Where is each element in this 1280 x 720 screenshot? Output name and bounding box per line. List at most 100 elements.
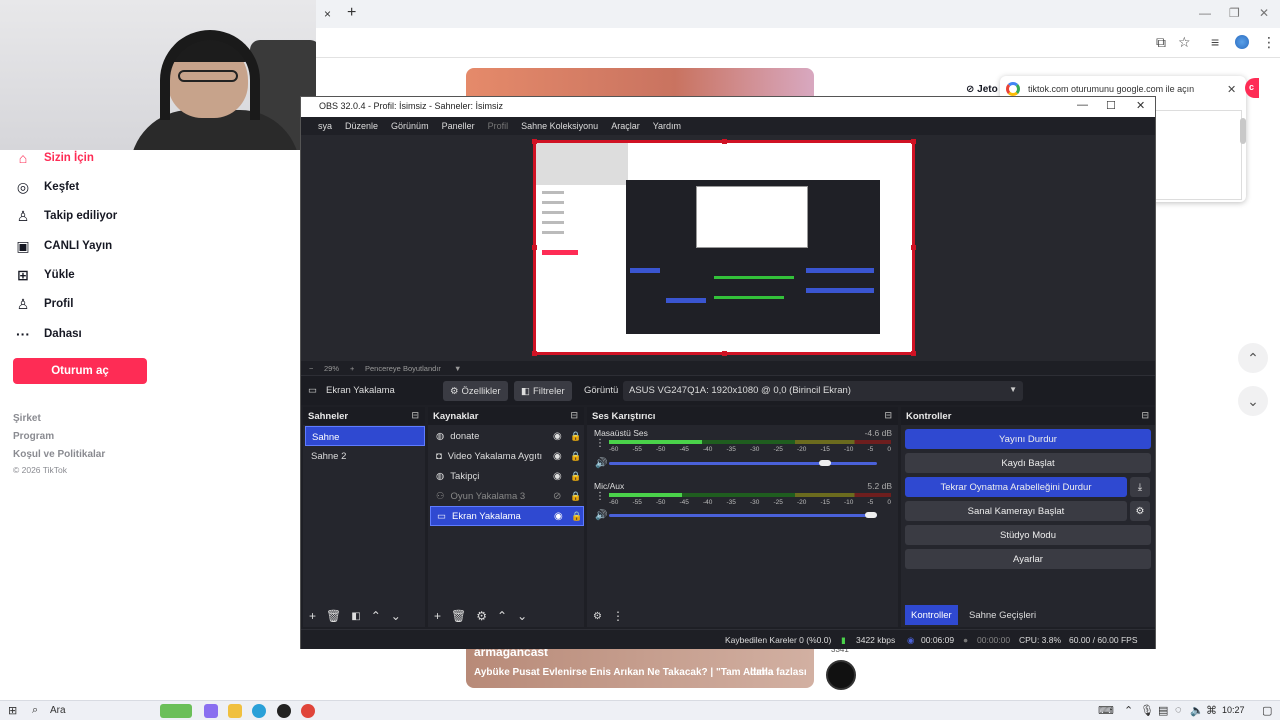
eye-icon[interactable]: ◉ [553,431,562,442]
new-tab-button[interactable]: + [347,4,356,22]
volume-slider[interactable] [609,514,877,517]
tiktok-badge[interactable]: c [1245,78,1259,98]
tab-scene-transitions[interactable]: Sahne Geçişleri [963,605,1042,625]
microphone-icon[interactable]: 🎙 [1140,704,1154,717]
speaker-icon[interactable]: 🔊 [595,510,607,521]
scroll-down-button[interactable]: ⌄ [1238,386,1268,416]
tab-close-button[interactable]: × [324,7,331,21]
start-virtual-camera-button[interactable]: Sanal Kamerayı Başlat [905,501,1127,521]
obs-close-button[interactable]: ✕ [1136,99,1145,112]
chevron-down-icon[interactable]: ▼ [454,364,461,373]
studio-mode-button[interactable]: Stüdyo Modu [905,525,1151,545]
filter-icon[interactable]: ◧ [351,611,360,622]
volume-slider-knob[interactable] [865,512,877,518]
obs-maximize-button[interactable]: ☐ [1106,99,1116,112]
source-item[interactable]: ◍ Takipçi ◉ 🔒 [430,466,584,486]
resize-handle[interactable] [722,139,727,144]
kebab-menu-icon[interactable]: ⋮ [1262,34,1276,51]
dock-menu-icon[interactable]: ⊟ [570,410,578,421]
menu-file[interactable]: sya [301,117,336,135]
save-replay-button[interactable]: ⤓ [1130,477,1150,497]
kebab-menu-icon[interactable]: ⋮ [612,609,624,623]
kebab-menu-icon[interactable]: ⋮ [595,491,605,502]
sidebar-item-live[interactable]: ▣ CANLI Yayın [14,235,214,257]
obs-minimize-button[interactable]: — [1077,99,1088,111]
eye-icon[interactable]: ◉ [553,451,562,462]
display-select[interactable]: ASUS VG247Q1A: 1920x1080 @ 0,0 (Birincil… [623,381,1023,401]
menu-scene-collection[interactable]: Sahne Koleksiyonu [512,117,602,135]
tab-search-icon[interactable]: ≡ [1211,34,1219,50]
dock-menu-icon[interactable]: ⊟ [1141,410,1149,421]
source-item[interactable]: ▭ Ekran Yakalama ◉ 🔒 [430,506,584,526]
stop-streaming-button[interactable]: Yayını Durdur [905,429,1151,449]
arrow-down-icon[interactable]: ⌄ [517,609,527,623]
bookmark-star-icon[interactable]: ☆ [1178,34,1191,51]
resize-handle[interactable] [532,245,537,250]
coins-link[interactable]: ⊘ Jeto [966,84,998,95]
widgets-icon[interactable] [160,704,192,718]
footer-link-terms[interactable]: Koşul ve Politikalar [13,449,105,460]
trash-icon[interactable]: 🗑 [326,609,341,623]
eye-icon[interactable]: ◉ [554,511,563,522]
notification-icon[interactable]: ▢ [1262,704,1272,717]
resize-handle[interactable] [722,351,727,356]
add-icon[interactable]: + [434,609,441,623]
arrow-up-icon[interactable]: ⌃ [497,609,507,623]
zoom-fit-select[interactable]: Pencereye Boyutlandır [365,364,441,373]
taskbar-search[interactable]: Ara [50,705,66,716]
tab-controls[interactable]: Kontroller [905,605,958,625]
sidebar-item-more[interactable]: ··· Dahası [14,323,214,345]
source-item[interactable]: ◍ donate ◉ 🔒 [430,426,584,446]
obs-icon[interactable] [277,704,291,718]
resize-handle[interactable] [911,245,916,250]
source-item[interactable]: ⚇ Oyun Yakalama 3 ⊘ 🔒 [430,486,584,506]
properties-button[interactable]: ⚙ Özellikler [443,381,508,401]
browser-close-button[interactable]: ✕ [1259,6,1269,20]
obs-preview[interactable] [301,135,1155,361]
resize-handle[interactable] [911,351,916,356]
popup-scrollbar[interactable] [1240,118,1246,144]
browser-minimize-button[interactable]: — [1199,6,1211,20]
video-more-link[interactable]: daha fazlası [750,667,807,678]
app-icon[interactable] [204,704,218,718]
screen-share-icon[interactable]: ⧉ [1156,34,1166,51]
scene-item[interactable]: Sahne 2 [305,446,425,466]
source-item[interactable]: ◘ Video Yakalama Aygıtı ◉ 🔒 [430,446,584,466]
sidebar-item-upload[interactable]: ⊞ Yükle [14,264,214,286]
speaker-icon[interactable]: 🔊 [595,458,607,469]
arrow-down-icon[interactable]: ⌄ [391,609,401,623]
keyboard-icon[interactable]: ⌨ [1098,704,1114,717]
eye-icon[interactable]: ◉ [553,471,562,482]
zoom-in-button[interactable]: + [350,364,354,373]
add-icon[interactable]: + [309,609,316,623]
zoom-out-button[interactable]: − [309,364,313,373]
resize-handle[interactable] [532,351,537,356]
profile-icon[interactable] [1235,35,1249,49]
sidebar-item-for-you[interactable]: ⌂ Sizin İçin [14,147,214,169]
scroll-up-button[interactable]: ⌃ [1238,343,1268,373]
settings-button[interactable]: Ayarlar [905,549,1151,569]
resize-handle[interactable] [911,139,916,144]
preview-canvas[interactable] [532,139,916,356]
trash-icon[interactable]: 🗑 [451,609,466,623]
video-thumbnail-top[interactable] [466,68,814,98]
menu-profile[interactable]: Profil [479,117,513,135]
lock-icon[interactable]: 🔒 [570,451,581,462]
virtual-camera-settings-button[interactable]: ⚙ [1130,501,1150,521]
lock-icon[interactable]: 🔒 [570,471,581,482]
edge-icon[interactable] [252,704,266,718]
footer-link-program[interactable]: Program [13,431,54,442]
scene-item[interactable]: Sahne [305,426,425,446]
browser-maximize-button[interactable]: ❐ [1229,6,1240,20]
tray-chevron-icon[interactable]: ⌃ [1124,704,1133,717]
chrome-icon[interactable] [301,704,315,718]
sidebar-item-profile[interactable]: ♙ Profil [14,293,214,315]
sidebar-item-explore[interactable]: ◎ Keşfet [14,176,214,198]
login-button[interactable]: Oturum aç [13,358,147,384]
menu-view[interactable]: Görünüm [382,117,433,135]
menu-tools[interactable]: Araçlar [602,117,644,135]
filters-button[interactable]: ◧ Filtreler [514,381,572,401]
footer-link-company[interactable]: Şirket [13,413,41,424]
lock-icon[interactable]: 🔒 [570,431,581,442]
start-icon[interactable]: ⊞ [8,704,17,717]
